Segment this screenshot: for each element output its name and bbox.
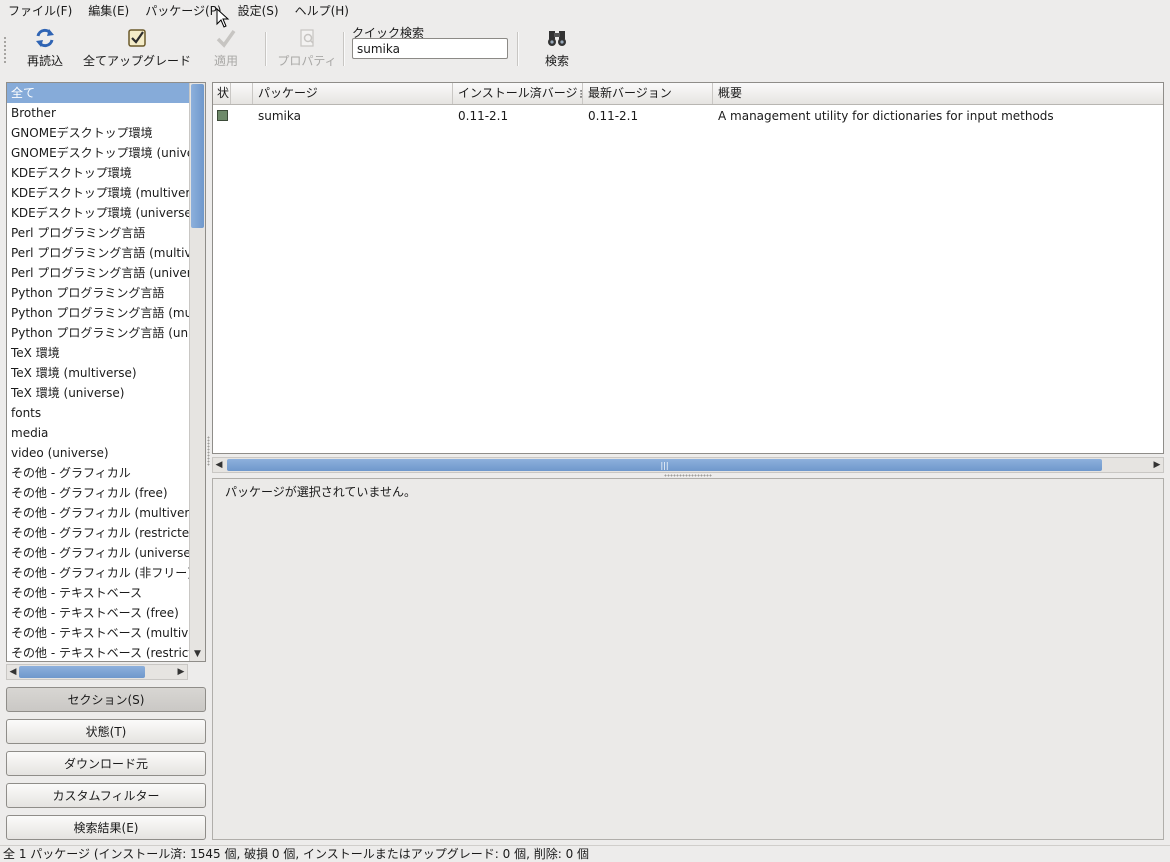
installed-version-cell: 0.11-2.1 [458, 109, 509, 123]
search-label: 検索 [544, 54, 569, 68]
section-list: 全て Brother GNOMEデスクトップ環境 GNOMEデスクトップ環境 (uni… [6, 82, 206, 662]
scroll-right-icon[interactable]: ▶ [175, 665, 187, 679]
column-package[interactable]: パッケージ [253, 83, 453, 104]
properties-button[interactable]: プロパティ [276, 26, 338, 72]
status-bar: 全 1 パッケージ (インストール済: 1545 個, 破損 0 個, インスト… [0, 845, 1170, 862]
package-table-hscroll-thumb[interactable]: ||| [227, 459, 1102, 471]
synaptic-window: ファイル(F) 編集(E) パッケージ(P) 設定(S) ヘルプ(H) 再読込 [0, 0, 1170, 862]
toolbar-separator [265, 32, 267, 66]
section-item[interactable]: TeX 環境 [7, 343, 189, 363]
menu-file[interactable]: ファイル(F) [0, 0, 80, 22]
search-button[interactable]: 検索 [534, 26, 580, 72]
toolbar-separator [343, 32, 345, 66]
pane-splitter-grip[interactable] [207, 436, 210, 466]
section-item[interactable]: Python プログラミング言語 (multiverse) [7, 303, 189, 323]
section-list-hscroll[interactable]: ◀ ▶ [6, 664, 188, 680]
section-item[interactable]: Perl プログラミング言語 [7, 223, 189, 243]
search-results-button[interactable]: 検索結果(E) [6, 815, 206, 840]
section-item[interactable]: fonts [7, 403, 189, 423]
section-item[interactable]: TeX 環境 (multiverse) [7, 363, 189, 383]
latest-version-cell: 0.11-2.1 [588, 109, 639, 123]
details-message: パッケージが選択されていません。 [225, 485, 417, 499]
section-list-vscroll-thumb[interactable] [191, 84, 204, 228]
section-list-hscroll-thumb[interactable] [19, 666, 145, 678]
package-table-header: 状 パッケージ インストール済バージョン 最新バージョン 概要 [213, 83, 1163, 105]
package-table: 状 パッケージ インストール済バージョン 最新バージョン 概要 sumika 0… [212, 82, 1164, 454]
section-item[interactable]: TeX 環境 (universe) [7, 383, 189, 403]
section-item[interactable]: その他 - グラフィカル (非フリー) [7, 563, 189, 583]
scroll-left-icon[interactable]: ◀ [213, 458, 225, 472]
column-latest-version[interactable]: 最新バージョン [583, 83, 713, 104]
section-item[interactable]: その他 - グラフィカル [7, 463, 189, 483]
toolbar-grip[interactable] [3, 36, 7, 64]
section-item[interactable]: 全て [7, 83, 189, 103]
reload-button[interactable]: 再読込 [20, 26, 70, 72]
section-item[interactable]: Python プログラミング言語 (universe) [7, 323, 189, 343]
quick-search-input[interactable] [352, 38, 508, 59]
menu-help[interactable]: ヘルプ(H) [287, 0, 357, 22]
menu-settings[interactable]: 設定(S) [230, 0, 287, 22]
apply-label: 適用 [213, 54, 238, 68]
section-item[interactable]: KDEデスクトップ環境 (universe) [7, 203, 189, 223]
section-item[interactable]: その他 - グラフィカル (universe) [7, 543, 189, 563]
package-table-hscroll[interactable]: ◀ ||| ▶ [212, 457, 1164, 473]
package-name-cell: sumika [258, 109, 301, 123]
section-item[interactable]: GNOMEデスクトップ環境 [7, 123, 189, 143]
properties-icon [295, 26, 319, 50]
properties-label: プロパティ [277, 54, 337, 68]
package-status-icon[interactable] [217, 110, 228, 121]
binoculars-icon [545, 26, 569, 50]
origin-filter-button[interactable]: ダウンロード元 [6, 751, 206, 776]
scroll-right-icon[interactable]: ▶ [1151, 458, 1163, 472]
section-item[interactable]: Perl プログラミング言語 (multiverse) [7, 243, 189, 263]
reload-label: 再読込 [26, 54, 63, 68]
section-list-vscroll[interactable]: ▼ [189, 83, 205, 661]
section-item[interactable]: その他 - テキストベース [7, 583, 189, 603]
mouse-cursor-icon [216, 7, 230, 31]
menu-edit[interactable]: 編集(E) [80, 0, 137, 22]
section-item[interactable]: その他 - グラフィカル (multiverse) [7, 503, 189, 523]
section-item[interactable]: media [7, 423, 189, 443]
upgrade-all-button[interactable]: 全てアップグレード [82, 26, 192, 72]
scroll-down-icon[interactable]: ▼ [190, 647, 205, 661]
table-row[interactable]: sumika 0.11-2.1 0.11-2.1 A management ut… [213, 105, 1163, 127]
section-item[interactable]: その他 - グラフィカル (free) [7, 483, 189, 503]
menu-bar: ファイル(F) 編集(E) パッケージ(P) 設定(S) ヘルプ(H) [0, 0, 1170, 22]
package-details-pane: パッケージが選択されていません。 [212, 478, 1164, 840]
column-installed-version[interactable]: インストール済バージョン [453, 83, 583, 104]
custom-filter-button[interactable]: カスタムフィルター [6, 783, 206, 808]
column-description[interactable]: 概要 [713, 83, 1163, 104]
toolbar: 再読込 全てアップグレード 適用 プロパティ クイック検索 sumika 検索 [0, 22, 1170, 76]
section-item[interactable]: その他 - グラフィカル (restricted) [7, 523, 189, 543]
upgrade-all-label: 全てアップグレード [82, 54, 191, 68]
section-item[interactable]: Python プログラミング言語 [7, 283, 189, 303]
status-filter-button[interactable]: 状態(T) [6, 719, 206, 744]
section-item[interactable]: その他 - テキストベース (free) [7, 603, 189, 623]
details-splitter-grip[interactable] [664, 474, 712, 477]
scroll-left-icon[interactable]: ◀ [7, 665, 19, 679]
section-item[interactable]: KDEデスクトップ環境 [7, 163, 189, 183]
section-item[interactable]: KDEデスクトップ環境 (multiverse) [7, 183, 189, 203]
section-item[interactable]: Perl プログラミング言語 (universe) [7, 263, 189, 283]
sections-filter-button[interactable]: セクション(S) [6, 687, 206, 712]
status-cell[interactable] [213, 105, 231, 127]
section-item[interactable]: Brother [7, 103, 189, 123]
toolbar-separator [517, 32, 519, 66]
column-status[interactable]: 状 [213, 83, 231, 104]
section-item[interactable]: video (universe) [7, 443, 189, 463]
section-item[interactable]: GNOMEデスクトップ環境 (universe) [7, 143, 189, 163]
section-item[interactable]: その他 - テキストベース (restricted) [7, 643, 189, 661]
section-item[interactable]: その他 - テキストベース (multiverse) [7, 623, 189, 643]
section-items: 全て Brother GNOMEデスクトップ環境 GNOMEデスクトップ環境 (uni… [7, 83, 189, 661]
reload-icon [33, 26, 57, 50]
column-support[interactable] [231, 83, 253, 104]
upgrade-all-icon [125, 26, 149, 50]
description-cell: A management utility for dictionaries fo… [718, 109, 1054, 123]
apply-button[interactable]: 適用 [206, 26, 246, 72]
